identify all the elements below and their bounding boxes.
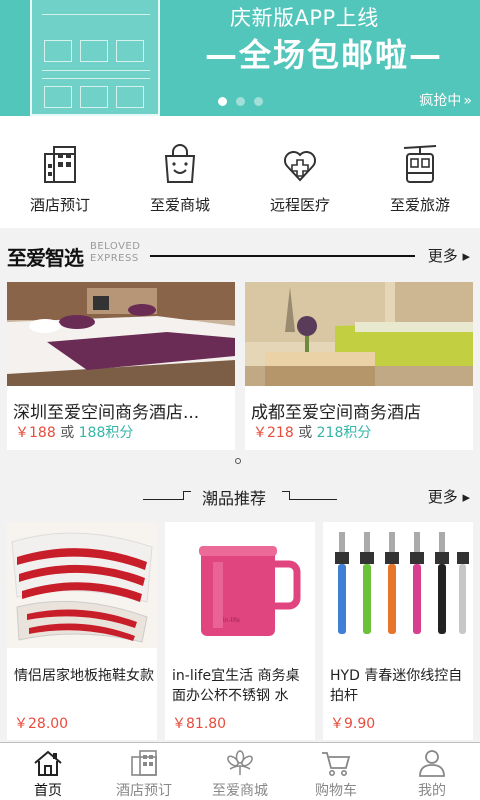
banner-title: 庆新版APP上线 — [230, 6, 379, 30]
hotel-name: 深圳至爱空间商务酒店... — [13, 403, 200, 423]
product-list: 情侣居家地板拖鞋女款 ￥28.00 ln-life in-life宜生活 商务桌… — [0, 522, 480, 742]
tab-label: 我的 — [418, 783, 446, 799]
promo-banner[interactable]: 庆新版APP上线 —全场包邮啦— 疯抢中» — [0, 0, 480, 116]
divider-line — [143, 499, 183, 500]
product-card[interactable]: ln-life in-life宜生活 商务桌面办公杯不锈钢 水 ￥81.80 — [165, 522, 315, 740]
hotel-points: 188积分 — [78, 425, 134, 441]
hotel-card[interactable]: 成都至爱空间商务酒店 ￥218 或 218积分 — [245, 282, 473, 450]
section-title: 至爱智选 — [7, 246, 84, 270]
product-card[interactable]: HYD 青春迷你线控自拍杆 ￥9.90 — [323, 522, 473, 740]
tab-mall[interactable]: 至爱商城 — [192, 743, 288, 800]
category-mall[interactable]: 至爱商城 — [120, 116, 240, 228]
hotel-name: 成都至爱空间商务酒店 — [251, 403, 421, 423]
tab-label: 首页 — [34, 783, 62, 799]
tab-home[interactable]: 首页 — [0, 743, 96, 800]
product-image-selfie-sticks — [323, 522, 473, 648]
rush-label: 疯抢中 — [419, 93, 462, 109]
hotel-price-row: ￥188 或 188积分 — [15, 422, 133, 442]
section-subtitle: BELOVED EXPRESS — [90, 241, 140, 265]
hotel-icon — [131, 750, 157, 776]
hotel-price: ￥218 — [253, 425, 294, 441]
product-name: HYD 青春迷你线控自拍杆 — [330, 668, 463, 704]
product-price: ￥81.80 — [172, 716, 227, 732]
hotel-card[interactable]: 深圳至爱空间商务酒店... ￥188 或 188积分 — [7, 282, 235, 450]
banner-wireframe-graphic — [30, 0, 160, 116]
cart-icon — [322, 752, 351, 776]
bracket-decoration — [282, 491, 290, 500]
tab-label: 购物车 — [315, 783, 357, 799]
category-hotel-booking[interactable]: 酒店预订 — [0, 116, 120, 228]
trending-more-link[interactable]: 更多 ▸ — [428, 486, 470, 507]
hotel-price-row: ￥218 或 218积分 — [253, 422, 371, 442]
hotel-building-icon — [44, 146, 76, 183]
tab-profile[interactable]: 我的 — [384, 743, 480, 800]
svg-text:ln-life: ln-life — [223, 617, 240, 624]
tab-label: 酒店预订 — [116, 783, 172, 799]
product-image-slippers — [7, 522, 157, 648]
featured-more-link[interactable]: 更多 ▸ — [428, 245, 470, 266]
cable-car-icon — [403, 145, 437, 183]
pagination-dot[interactable] — [254, 97, 263, 106]
tab-cart[interactable]: 购物车 — [288, 743, 384, 800]
product-name: 情侣居家地板拖鞋女款 — [14, 668, 154, 684]
category-telemedicine[interactable]: 远程医疗 — [240, 116, 360, 228]
bracket-decoration — [183, 491, 191, 500]
product-price: ￥28.00 — [14, 716, 69, 732]
category-label: 远程医疗 — [269, 196, 330, 214]
rush-link[interactable]: 疯抢中» — [419, 90, 472, 110]
bottom-tab-bar: 首页 酒店预订 至爱商城 购物车 我的 — [0, 742, 480, 800]
product-price: ￥9.90 — [330, 716, 376, 732]
subtitle-line: BELOVED — [90, 241, 141, 252]
pagination-dot-active[interactable] — [218, 97, 227, 106]
category-label: 酒店预订 — [29, 196, 90, 214]
or-label: 或 — [60, 425, 75, 441]
user-icon — [419, 750, 445, 777]
tab-hotel-booking[interactable]: 酒店预订 — [96, 743, 192, 800]
double-chevron-right-icon: » — [463, 93, 472, 109]
divider-line — [150, 255, 415, 257]
or-label: 或 — [298, 425, 313, 441]
category-label: 至爱旅游 — [389, 196, 450, 214]
shopping-bag-icon — [164, 144, 196, 183]
heart-cross-icon — [284, 151, 316, 182]
banner-pagination — [218, 97, 263, 106]
category-label: 至爱商城 — [149, 196, 210, 214]
hotel-points: 218积分 — [316, 425, 372, 441]
home-icon — [34, 750, 62, 776]
hotel-room-photo — [7, 282, 235, 386]
hotel-carousel-indicator — [235, 458, 241, 464]
product-card[interactable]: 情侣居家地板拖鞋女款 ￥28.00 — [7, 522, 157, 740]
product-image-mug: ln-life — [165, 522, 315, 648]
flower-icon — [227, 750, 253, 775]
featured-section-header: 至爱智选 BELOVED EXPRESS 更多 ▸ — [0, 236, 480, 280]
category-travel[interactable]: 至爱旅游 — [360, 116, 480, 228]
category-nav: 酒店预订 至爱商城 远程医疗 至爱旅游 — [0, 116, 480, 228]
subtitle-line: EXPRESS — [90, 253, 139, 264]
pagination-dot[interactable] — [236, 97, 245, 106]
product-name: in-life宜生活 商务桌面办公杯不锈钢 水 — [172, 668, 300, 704]
tab-label: 至爱商城 — [212, 783, 268, 799]
hotel-price: ￥188 — [15, 425, 56, 441]
hotel-room-photo — [245, 282, 473, 386]
trending-section-header: 潮品推荐 更多 ▸ — [0, 482, 480, 514]
section-title: 潮品推荐 — [202, 489, 267, 508]
hotel-list: 深圳至爱空间商务酒店... ￥188 或 188积分 成都至爱空间商务酒店 ￥2… — [0, 282, 480, 454]
banner-headline: —全场包邮啦— — [205, 36, 444, 74]
divider-line — [290, 499, 337, 500]
